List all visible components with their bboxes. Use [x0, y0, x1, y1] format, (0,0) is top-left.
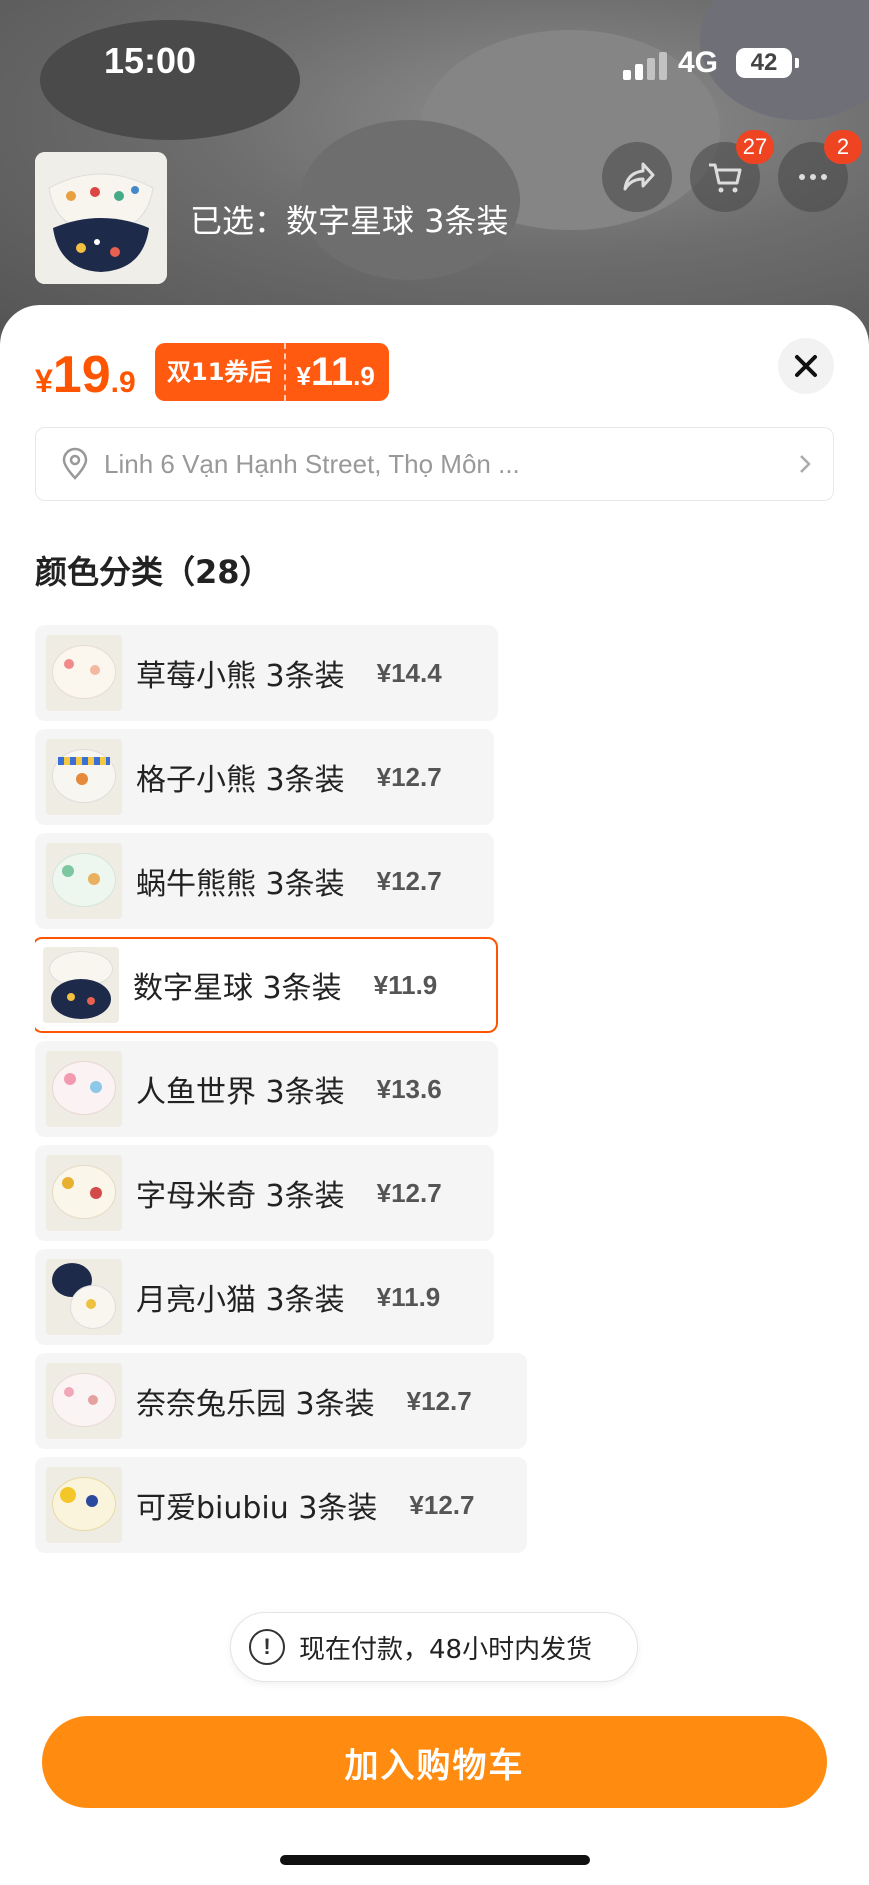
- current-price: ¥19.9: [35, 346, 136, 404]
- add-to-cart-button[interactable]: 加入购物车: [42, 1716, 827, 1808]
- signal-icon: [623, 50, 667, 80]
- more-icon: [799, 174, 827, 180]
- cart-count-badge: 27: [736, 130, 774, 164]
- coupon-price: ¥11.9: [296, 350, 375, 394]
- status-bar: 15:00 4G 42: [0, 0, 869, 130]
- variant-option-selected[interactable]: 数字星球 3条装 ¥11.9: [35, 937, 498, 1033]
- battery-level: 42: [750, 49, 778, 76]
- variant-thumbnail: [46, 1467, 122, 1543]
- variant-thumbnail: [46, 1155, 122, 1231]
- share-icon: [623, 162, 655, 191]
- variant-name: 蜗牛熊熊 3条装: [136, 867, 345, 902]
- variant-name: 字母米奇 3条装: [136, 1179, 345, 1214]
- sku-selection-sheet: ¥19.9 双11券后 ¥11.9 Linh 6 Vạn Hạnh Street…: [0, 305, 869, 1885]
- variant-thumbnail: [46, 1259, 122, 1335]
- shipping-notice-text: 现在付款，48小时内发货: [299, 1634, 593, 1665]
- share-button[interactable]: [602, 142, 672, 212]
- variant-thumbnail: [43, 947, 119, 1023]
- variant-thumbnail: [46, 843, 122, 919]
- status-time: 15:00: [104, 40, 197, 81]
- coupon-label: 双11券后: [155, 343, 287, 401]
- variant-option[interactable]: 奈奈兔乐园 3条装 ¥12.7: [35, 1353, 527, 1449]
- variant-name: 奈奈兔乐园 3条装: [136, 1387, 375, 1422]
- color-category-title: 颜色分类（28）: [35, 553, 272, 591]
- exclamation-icon: !: [249, 1629, 285, 1665]
- more-button[interactable]: 2: [778, 130, 862, 212]
- variant-option[interactable]: 蜗牛熊熊 3条装 ¥12.7: [35, 833, 494, 929]
- location-pin-icon: [62, 447, 88, 480]
- variant-price: ¥12.7: [376, 1177, 442, 1208]
- variant-option[interactable]: 可爱biubiu 3条装 ¥12.7: [35, 1457, 527, 1553]
- variant-thumbnail: [46, 1051, 122, 1127]
- variant-name: 可爱biubiu 3条装: [136, 1491, 378, 1526]
- variant-thumbnail: [46, 739, 122, 815]
- selected-variant-thumbnail[interactable]: [35, 152, 167, 284]
- variant-price: ¥11.9: [373, 969, 438, 1000]
- variant-option[interactable]: 人鱼世界 3条装 ¥13.6: [35, 1041, 498, 1137]
- coupon-price-tag: 双11券后 ¥11.9: [155, 343, 389, 401]
- variant-option[interactable]: 草莓小熊 3条装 ¥14.4: [35, 625, 498, 721]
- close-icon: [795, 355, 817, 377]
- shipping-notice-toast: ! 现在付款，48小时内发货: [230, 1612, 638, 1682]
- battery-icon: 42: [736, 48, 799, 78]
- variant-thumbnail: [46, 1363, 122, 1439]
- selected-variant-label: 已选：数字星球 3条装: [190, 202, 509, 240]
- variant-name: 草莓小熊 3条装: [136, 659, 345, 694]
- variant-name: 月亮小猫 3条装: [136, 1283, 345, 1318]
- delivery-address-selector[interactable]: Linh 6 Vạn Hạnh Street, Thọ Môn ...: [35, 427, 834, 501]
- variant-option[interactable]: 月亮小猫 3条装 ¥11.9: [35, 1249, 494, 1345]
- variant-price: ¥11.9: [376, 1281, 441, 1312]
- cart-icon: [709, 163, 742, 193]
- variant-price: ¥12.7: [376, 761, 442, 792]
- variant-name: 数字星球 3条装: [133, 971, 342, 1006]
- variant-name: 人鱼世界 3条装: [136, 1075, 345, 1110]
- chevron-right-icon: [800, 455, 811, 473]
- variant-option[interactable]: 格子小熊 3条装 ¥12.7: [35, 729, 494, 825]
- variant-option[interactable]: 字母米奇 3条装 ¥12.7: [35, 1145, 494, 1241]
- home-indicator: [280, 1855, 590, 1865]
- network-type: 4G: [678, 46, 719, 79]
- variant-price: ¥13.6: [376, 1073, 442, 1104]
- variant-list: 草莓小熊 3条装 ¥14.4 格子小熊 3条装 ¥12.7 蜗牛熊熊 3条装 ¥…: [35, 625, 835, 1695]
- variant-thumbnail: [46, 635, 122, 711]
- close-button[interactable]: [778, 338, 834, 394]
- variant-price: ¥12.7: [406, 1385, 472, 1416]
- address-text: Linh 6 Vạn Hạnh Street, Thọ Môn ...: [104, 448, 520, 479]
- variant-price: ¥14.4: [376, 657, 442, 688]
- variant-price: ¥12.7: [409, 1489, 475, 1520]
- variant-price: ¥12.7: [376, 865, 442, 896]
- more-count-badge: 2: [824, 130, 862, 164]
- variant-name: 格子小熊 3条装: [136, 763, 345, 798]
- cart-button[interactable]: 27: [690, 130, 774, 212]
